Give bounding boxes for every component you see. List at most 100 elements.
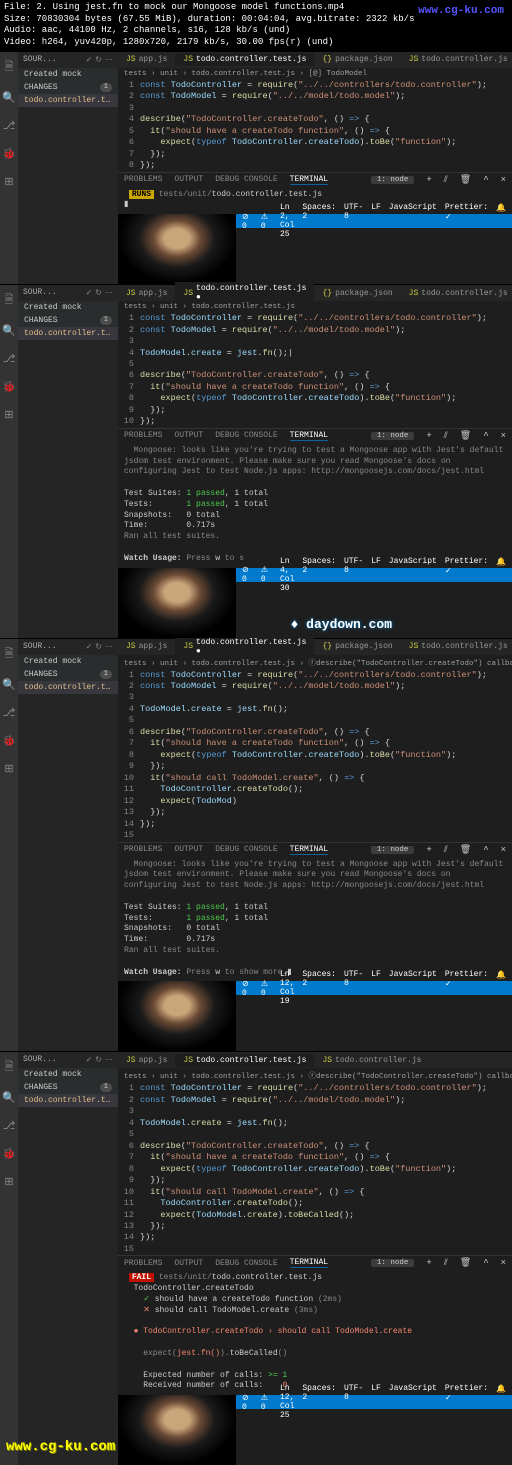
changed-file[interactable]: todo.controller.t... M (18, 327, 118, 340)
tab-ctrl[interactable]: JStodo.controller.js (401, 640, 512, 653)
tab-app[interactable]: JSapp.js (118, 640, 175, 653)
debug-icon[interactable]: 🐞 (2, 1147, 16, 1161)
ext-icon[interactable]: ⊞ (4, 408, 13, 422)
terminal-selector[interactable]: 1: node (371, 176, 415, 184)
status-bell-icon[interactable]: 🔔 (496, 203, 506, 239)
sidebar: SOUR...✓↻⋯ Created mock CHANGES1 todo.co… (18, 639, 118, 1052)
pt-debug[interactable]: DEBUG CONSOLE (215, 175, 277, 184)
sidebar: SOUR... ✓↻⋯ Created mock CHANGES 1 todo.… (18, 52, 118, 284)
status-bar-1: ⊘ 0 ⚠ 0 Ln 2, Col 25 Spaces: 2 UTF-8 LF … (236, 214, 512, 228)
status-bar-3: ⊘ 0⚠ 0 Ln 12, Col 19 Spaces: 2 UTF-8 LF … (236, 981, 512, 995)
files-icon[interactable]: 🗎 (5, 645, 14, 664)
term-close-icon[interactable]: × (501, 175, 506, 185)
status-bell-icon[interactable]: 🔔 (496, 557, 506, 593)
panel-tabs: PROBLEMS OUTPUT DEBUG CONSOLE TERMINAL 1… (118, 172, 512, 187)
changes-header[interactable]: CHANGES1 (18, 314, 118, 327)
tab-test[interactable]: JStodo.controller.test.js (175, 53, 314, 66)
tab-pkg[interactable]: {}package.json (314, 53, 400, 66)
tab-app[interactable]: JSapp.js (118, 1054, 175, 1067)
terminal-3[interactable]: Mongoose: looks like you're trying to te… (118, 857, 512, 982)
check-icon[interactable]: ✓ (86, 56, 93, 65)
sidebar: SOUR...✓↻⋯ Created mock CHANGES1 todo.co… (18, 285, 118, 637)
changes-header[interactable]: CHANGES 1 (18, 81, 118, 94)
status-spaces[interactable]: Spaces: 2 (302, 203, 336, 239)
terminal-selector[interactable]: 1: node (371, 432, 415, 440)
term-new-icon[interactable]: + (426, 431, 431, 441)
tab-ctrl[interactable]: JStodo.controller.js (401, 53, 512, 66)
search-icon[interactable]: 🔍 (2, 678, 16, 692)
debug-icon[interactable]: 🐞 (2, 147, 16, 161)
activity-bar: 🗎 🔍 ⎇ 🐞 ⊞ (0, 52, 18, 284)
term-split-icon[interactable]: ⫽ (444, 431, 448, 441)
more-icon[interactable]: ⋯ (105, 56, 113, 65)
tab-ctrl[interactable]: JStodo.controller.js (314, 1054, 429, 1067)
webcam-overlay (118, 568, 236, 638)
term-new-icon[interactable]: + (426, 175, 431, 185)
files-icon[interactable]: 🗎 (5, 58, 14, 77)
breadcrumb[interactable]: tests › unit › todo.controller.test.js ›… (118, 655, 512, 670)
status-ln[interactable]: Ln 2, Col 25 (280, 203, 294, 239)
tab-pkg[interactable]: {}package.json (314, 287, 400, 300)
status-errors[interactable]: ⊘ 0 (242, 212, 251, 231)
term-split-icon[interactable]: ⫽ (444, 175, 448, 185)
scm-title: SOUR... (23, 55, 57, 65)
changed-file[interactable]: todo.controller.t... M (18, 94, 118, 107)
commit-msg[interactable]: Created mock (18, 68, 118, 81)
pt-terminal[interactable]: TERMINAL (290, 175, 328, 185)
code-body[interactable]: const TodoController = require("../../co… (140, 80, 512, 172)
scm-icon[interactable]: ⎇ (3, 352, 16, 366)
pt-output[interactable]: OUTPUT (174, 175, 203, 184)
refresh-icon[interactable]: ↻ (95, 56, 102, 65)
term-trash-icon[interactable]: 🗑 (460, 431, 471, 441)
tab-ctrl[interactable]: JStodo.controller.js (401, 287, 512, 300)
pt-problems[interactable]: PROBLEMS (124, 431, 162, 440)
scm-icon[interactable]: ⎇ (3, 1119, 16, 1133)
scm-icon[interactable]: ⎇ (3, 119, 16, 133)
status-eol[interactable]: LF (371, 203, 381, 239)
tab-pkg[interactable]: {}package.json (314, 640, 400, 653)
pt-debug[interactable]: DEBUG CONSOLE (215, 431, 277, 440)
pt-terminal[interactable]: TERMINAL (290, 431, 328, 441)
status-bar-4: ⊘ 0⚠ 0 Ln 12, Col 25 Spaces: 2 UTF-8 LF … (236, 1395, 512, 1409)
ext-icon[interactable]: ⊞ (4, 1175, 13, 1189)
terminal-4[interactable]: FAIL tests/unit/todo.controller.test.js … (118, 1270, 512, 1395)
commit-msg[interactable]: Created mock (18, 301, 118, 314)
tab-app[interactable]: JSapp.js (118, 287, 175, 300)
webcam-overlay (118, 981, 236, 1051)
status-prettier[interactable]: Prettier: ✓ (445, 203, 488, 239)
search-icon[interactable]: 🔍 (2, 91, 16, 105)
code-area[interactable]: 12345678 const TodoController = require(… (118, 80, 512, 172)
term-trash-icon[interactable]: 🗑 (460, 175, 471, 185)
search-icon[interactable]: 🔍 (2, 324, 16, 338)
breadcrumb[interactable]: tests › unit › todo.controller.test.js ›… (118, 68, 512, 80)
debug-icon[interactable]: 🐞 (2, 734, 16, 748)
ext-icon[interactable]: ⊞ (4, 175, 13, 189)
term-close-icon[interactable]: × (501, 431, 506, 441)
term-max-icon[interactable]: ^ (483, 175, 488, 185)
files-icon[interactable]: 🗎 (5, 1058, 14, 1077)
watermark-top: www.cg-ku.com (418, 4, 504, 18)
status-warn[interactable]: ⚠ 0 (261, 212, 270, 231)
status-lang[interactable]: JavaScript (389, 203, 437, 239)
tab-test[interactable]: JStodo.controller.test.js (175, 1054, 314, 1067)
pane-2: 🗎 🔍 ⎇ 🐞 ⊞ SOUR...✓↻⋯ Created mock CHANGE… (0, 284, 512, 637)
breadcrumb[interactable]: tests › unit › todo.controller.test.js (118, 301, 512, 313)
meta-audio: Audio: aac, 44100 Hz, 2 channels, s16, 1… (4, 25, 508, 37)
gutter: 12345678 (118, 80, 140, 172)
ext-icon[interactable]: ⊞ (4, 762, 13, 776)
debug-icon[interactable]: 🐞 (2, 380, 16, 394)
term-max-icon[interactable]: ^ (483, 431, 488, 441)
status-bar-2: ⊘ 0⚠ 0 Ln 4, Col 30 Spaces: 2 UTF-8 LF J… (236, 568, 512, 582)
scm-icon[interactable]: ⎇ (3, 706, 16, 720)
breadcrumb[interactable]: tests › unit › todo.controller.test.js ›… (118, 1068, 512, 1083)
pane-3: 🗎 🔍 ⎇ 🐞 ⊞ SOUR...✓↻⋯ Created mock CHANGES1 t… (0, 638, 512, 1052)
files-icon[interactable]: 🗎 (5, 291, 14, 310)
tab-app[interactable]: JSapp.js (118, 53, 175, 66)
status-enc[interactable]: UTF-8 (344, 203, 363, 239)
activity-bar: 🗎 🔍 ⎇ 🐞 ⊞ (0, 285, 18, 637)
terminal-2[interactable]: Mongoose: looks like you're trying to te… (118, 443, 512, 568)
search-icon[interactable]: 🔍 (2, 1091, 16, 1105)
code-area[interactable]: 12345678910 const TodoController = requi… (118, 313, 512, 428)
pt-output[interactable]: OUTPUT (174, 431, 203, 440)
pt-problems[interactable]: PROBLEMS (124, 175, 162, 184)
